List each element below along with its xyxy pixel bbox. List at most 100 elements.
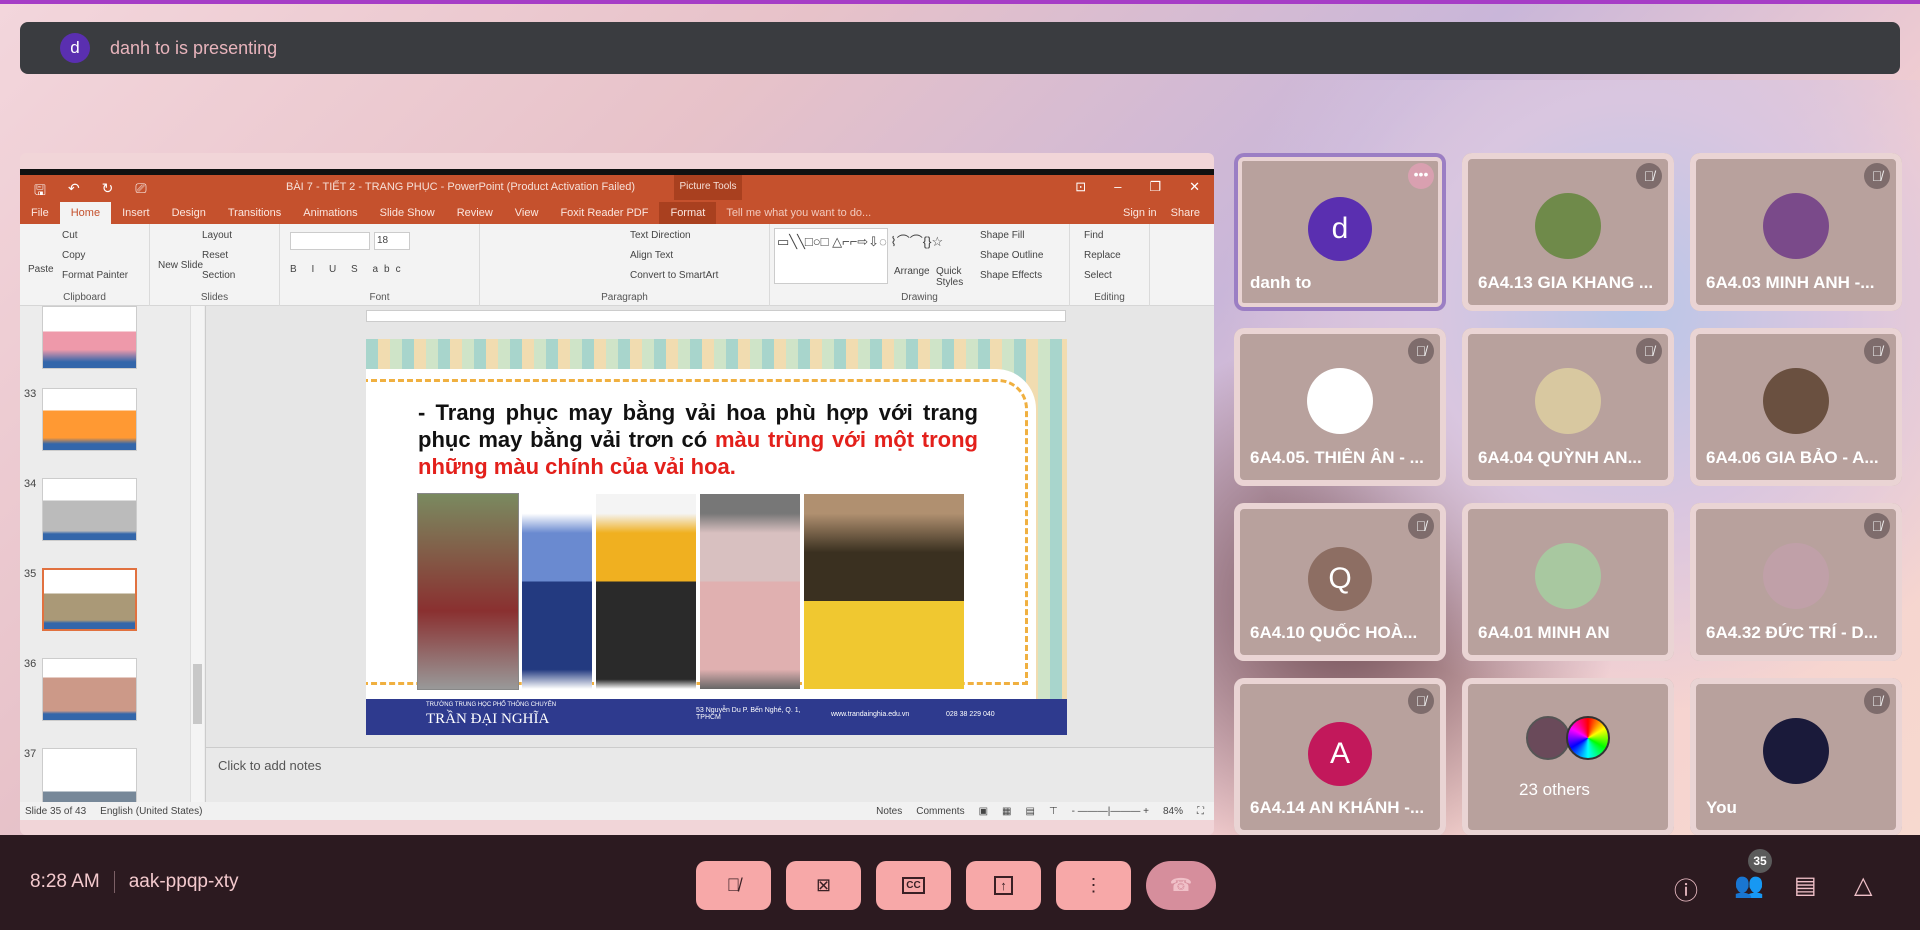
tab-design[interactable]: Design — [161, 202, 217, 224]
participant-tile[interactable]: 🎙̸ 6A4.32 ĐỨC TRÍ - D... — [1690, 503, 1902, 661]
participant-tile[interactable]: 🎙̸ You — [1690, 678, 1902, 836]
slide-sorter-icon[interactable]: ▦ — [1002, 806, 1011, 817]
tab-foxit[interactable]: Foxit Reader PDF — [549, 202, 659, 224]
comments-button[interactable]: Comments — [916, 806, 964, 817]
reset-button[interactable]: Reset — [202, 250, 228, 261]
tab-animations[interactable]: Animations — [292, 202, 368, 224]
microphone-off-button[interactable]: 🎙̸ — [696, 861, 771, 910]
font-name-box[interactable] — [290, 232, 370, 250]
school-subtitle: TRƯỜNG TRUNG HỌC PHỔ THÔNG CHUYÊN — [426, 702, 557, 708]
photo-woman-polka-dot[interactable] — [804, 494, 964, 689]
participant-tile[interactable]: ••• d danh to — [1234, 153, 1446, 311]
participant-tile[interactable]: 🎙̸ 6A4.06 GIA BẢO - A... — [1690, 328, 1902, 486]
shape-outline-button[interactable]: Shape Outline — [980, 250, 1043, 261]
group-slides: New Slide Layout Reset Section Slides — [150, 224, 280, 306]
shapes-gallery[interactable]: ▭╲╲□○□ △⌐⌐⇨⇩◌ ⌇⌒⌒{}☆ — [774, 228, 943, 284]
zoom-level[interactable]: 84% — [1163, 806, 1183, 817]
share-button[interactable]: Share — [1171, 202, 1200, 224]
tab-insert[interactable]: Insert — [111, 202, 161, 224]
mic-off-icon: 🎙̸ — [726, 875, 741, 895]
ribbon-display-icon[interactable]: ⊡ — [1075, 179, 1086, 195]
slide-thumbnail[interactable] — [42, 478, 137, 541]
replace-button[interactable]: Replace — [1084, 250, 1121, 261]
quick-styles-button[interactable]: Quick Styles — [936, 266, 972, 288]
font-format-buttons[interactable]: B I U S abc — [290, 264, 407, 275]
more-options-icon[interactable]: ••• — [1408, 163, 1434, 189]
slide-thumbnail[interactable] — [42, 306, 137, 369]
participant-tile[interactable]: 🎙̸ A 6A4.14 AN KHÁNH -... — [1234, 678, 1446, 836]
cut-button[interactable]: Cut — [62, 230, 78, 241]
participant-tile[interactable]: 🎙̸ 6A4.13 GIA KHANG ... — [1462, 153, 1674, 311]
current-slide[interactable]: - Trang phục may bằng vải hoa phù hợp vớ… — [366, 339, 1067, 735]
photo-man-red-pants[interactable] — [417, 493, 519, 690]
font-size-box[interactable]: 18 — [374, 232, 410, 250]
format-painter-button[interactable]: Format Painter — [62, 270, 128, 281]
zoom-slider[interactable]: - ———|——— + — [1072, 806, 1149, 817]
tab-format[interactable]: Format — [659, 202, 717, 224]
leave-call-button[interactable]: ☎ — [1146, 861, 1216, 910]
text-direction-button[interactable]: Text Direction — [630, 230, 691, 241]
tab-view[interactable]: View — [504, 202, 550, 224]
slide-thumbnail-selected[interactable] — [42, 568, 137, 631]
arrange-button[interactable]: Arrange — [894, 266, 930, 277]
fit-to-window-icon[interactable]: ⛶ — [1197, 806, 1204, 817]
camera-off-icon: ⊠ — [815, 875, 832, 895]
participant-tile[interactable]: 🎙̸ 6A4.03 MINH ANH -... — [1690, 153, 1902, 311]
convert-smartart-button[interactable]: Convert to SmartArt — [630, 270, 718, 281]
tab-home[interactable]: Home — [59, 202, 112, 224]
tab-file[interactable]: File — [20, 202, 60, 224]
presenter-avatar: d — [60, 33, 90, 63]
tab-slide-show[interactable]: Slide Show — [369, 202, 446, 224]
notes-button[interactable]: Notes — [876, 806, 902, 817]
language[interactable]: English (United States) — [100, 806, 202, 817]
tab-transitions[interactable]: Transitions — [217, 202, 292, 224]
clock: 8:28 AM — [30, 871, 100, 892]
tab-review[interactable]: Review — [446, 202, 504, 224]
picture-tools-label: Picture Tools — [674, 175, 742, 200]
shape-effects-button[interactable]: Shape Effects — [980, 270, 1042, 281]
find-button[interactable]: Find — [1084, 230, 1103, 241]
chat-icon[interactable]: ▤ — [1794, 871, 1817, 900]
drawing-label: Drawing — [901, 292, 938, 303]
avatar — [1763, 368, 1829, 434]
thumbnails-scrollbar[interactable] — [190, 306, 204, 802]
slide-text[interactable]: - Trang phục may bằng vải hoa phù hợp vớ… — [418, 399, 978, 480]
select-button[interactable]: Select — [1084, 270, 1112, 281]
paste-button[interactable]: Paste — [28, 264, 54, 275]
tell-me-input[interactable]: Tell me what you want to do... — [726, 202, 871, 224]
slide-thumbnail[interactable] — [42, 388, 137, 451]
slide-thumbnail[interactable] — [42, 658, 137, 721]
photo-man-checked-shirt[interactable] — [522, 494, 592, 689]
sign-in-link[interactable]: Sign in — [1123, 202, 1157, 224]
restore-icon[interactable]: ❐ — [1149, 179, 1161, 195]
photo-woman-floral-top[interactable] — [700, 494, 800, 689]
notes-pane[interactable]: Click to add notes — [206, 747, 1214, 802]
align-text-button[interactable]: Align Text — [630, 250, 673, 261]
meeting-details-icon[interactable]: ⓘ — [1674, 871, 1698, 906]
participant-tile[interactable]: 23 others — [1462, 678, 1674, 836]
participant-tile[interactable]: 🎙̸ Q 6A4.10 QUỐC HOÀ... — [1234, 503, 1446, 661]
shape-fill-button[interactable]: Shape Fill — [980, 230, 1024, 241]
camera-off-button[interactable]: ⊠ — [786, 861, 861, 910]
people-icon[interactable]: 👥 — [1734, 871, 1764, 900]
minimize-icon[interactable]: – — [1114, 179, 1121, 195]
reading-view-icon[interactable]: ▤ — [1025, 806, 1034, 817]
normal-view-icon[interactable]: ▣ — [979, 806, 988, 817]
new-slide-button[interactable]: New Slide — [158, 260, 203, 271]
captions-button[interactable]: CC — [876, 861, 951, 910]
participant-tile[interactable]: 🎙̸ 6A4.05. THIÊN ÂN - ... — [1234, 328, 1446, 486]
editing-label: Editing — [1094, 292, 1125, 303]
activities-icon[interactable]: △ — [1854, 871, 1872, 900]
participant-tile[interactable]: 🎙̸ 6A4.04 QUỲNH AN... — [1462, 328, 1674, 486]
school-phone: 028 38 229 040 — [946, 711, 995, 718]
section-button[interactable]: Section — [202, 270, 235, 281]
present-button[interactable]: ↑ — [966, 861, 1041, 910]
photo-woman-yellow-top[interactable] — [596, 494, 696, 689]
participant-tile[interactable]: 6A4.01 MINH AN — [1462, 503, 1674, 661]
close-icon[interactable]: ✕ — [1189, 179, 1200, 195]
layout-button[interactable]: Layout — [202, 230, 232, 241]
mic-muted-icon: 🎙̸ — [1636, 338, 1662, 364]
more-options-button[interactable]: ⋮ — [1056, 861, 1131, 910]
slideshow-view-icon[interactable]: ⊤ — [1049, 806, 1058, 817]
copy-button[interactable]: Copy — [62, 250, 85, 261]
